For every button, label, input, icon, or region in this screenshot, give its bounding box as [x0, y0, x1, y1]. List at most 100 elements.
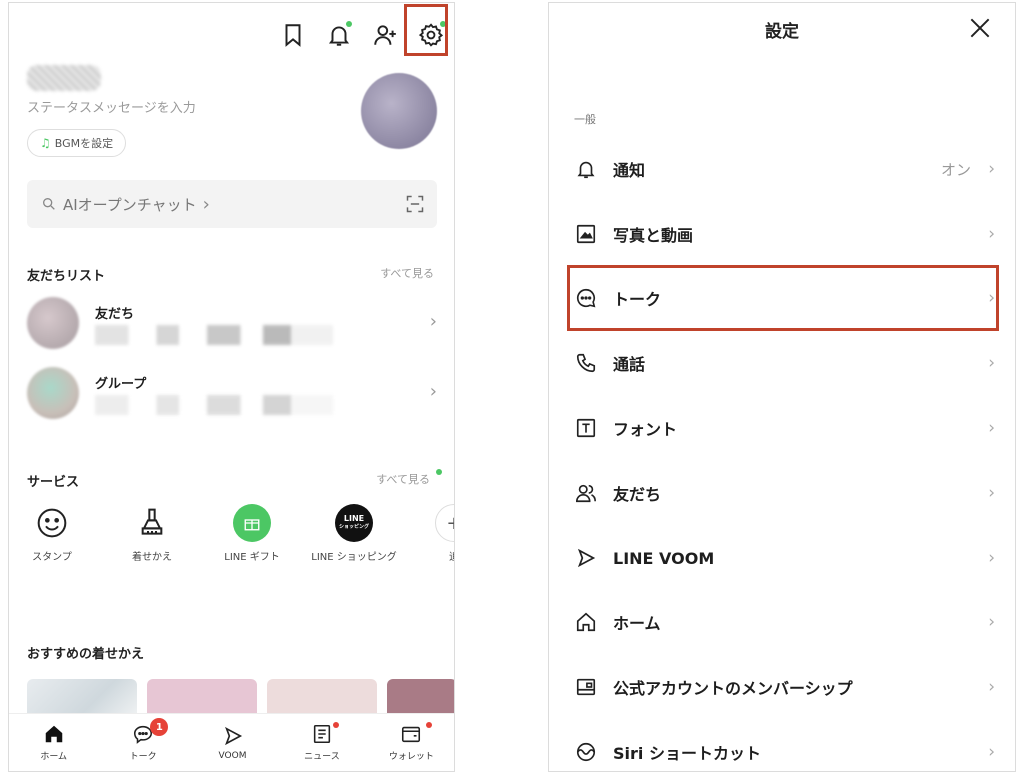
settings-row-font[interactable]: フォント ›	[549, 396, 1015, 460]
home-screen: ステータスメッセージを入力 ♫ BGMを設定 AIオープンチャット › 友だちリ…	[8, 2, 455, 772]
bottom-nav: ホーム 1 トーク VOOM ニュース ウォレット	[9, 713, 454, 771]
settings-row-label: 通知	[613, 161, 646, 180]
shopping-logo-text: LINE	[343, 514, 365, 523]
search-label: AIオープンチャット	[63, 195, 197, 214]
settings-highlight-box	[404, 4, 448, 56]
settings-header: 設定	[549, 3, 1015, 55]
chevron-right-icon: ›	[988, 353, 995, 373]
group-label-general: 一般	[574, 113, 596, 126]
settings-row-notifications[interactable]: 通知 オン ›	[549, 137, 1015, 201]
settings-screen: 設定 一般 通知 オン › 写真と動画 › トーク › 通話 › フォント › …	[548, 2, 1016, 772]
bgm-button[interactable]: ♫ BGMを設定	[27, 129, 127, 157]
search-icon	[43, 198, 55, 210]
services-new-dot	[436, 469, 442, 475]
nav-news[interactable]: ニュース	[277, 714, 366, 771]
photo-icon	[574, 222, 598, 246]
wallet-dot	[426, 722, 433, 728]
nav-wallet[interactable]: ウォレット	[367, 714, 454, 771]
service-label: 追	[411, 551, 454, 564]
settings-row-membership[interactable]: 公式アカウントのメンバーシップ ›	[549, 655, 1015, 719]
settings-row-value: オン	[940, 160, 971, 179]
brush-icon	[132, 503, 172, 543]
nav-label: VOOM	[218, 750, 247, 761]
ai-openchat-search[interactable]: AIオープンチャット ›	[27, 180, 437, 228]
nav-voom[interactable]: VOOM	[188, 714, 277, 771]
settings-row-label: 写真と動画	[613, 226, 694, 245]
settings-row-calls[interactable]: 通話 ›	[549, 331, 1015, 395]
groups-avatar	[27, 367, 79, 419]
groups-row-label: グループ	[95, 377, 147, 392]
nav-talk[interactable]: 1 トーク	[98, 714, 187, 771]
settings-row-line-voom[interactable]: LINE VOOM ›	[549, 526, 1015, 590]
friends-list-title: 友だちリスト	[27, 269, 106, 284]
nav-home[interactable]: ホーム	[9, 714, 98, 771]
chevron-right-icon: ›	[988, 548, 995, 568]
search-arrow: ›	[202, 193, 210, 215]
voom-icon	[574, 546, 598, 570]
chevron-right-icon: ›	[988, 418, 995, 438]
chevron-right-icon: ›	[988, 483, 995, 503]
voom-icon	[224, 726, 242, 745]
settings-row-label: 公式アカウントのメンバーシップ	[613, 679, 853, 698]
recommended-themes-title: おすすめの着せかえ	[27, 647, 145, 662]
service-label: LINE ショッピング	[311, 552, 397, 563]
chevron-right-icon: ›	[988, 612, 995, 632]
news-icon	[313, 724, 331, 744]
notification-dot	[346, 21, 352, 27]
settings-row-label: ホーム	[613, 614, 661, 633]
music-note-icon: ♫	[40, 136, 51, 150]
people-icon	[574, 481, 598, 505]
close-icon[interactable]	[967, 15, 993, 41]
bell-icon[interactable]	[316, 15, 362, 55]
settings-row-home[interactable]: ホーム ›	[549, 590, 1015, 654]
settings-row-label: LINE VOOM	[613, 548, 715, 568]
services-title: サービス	[27, 475, 80, 490]
friends-see-all-link[interactable]: すべて見る	[380, 265, 434, 281]
bgm-button-label: BGMを設定	[54, 137, 114, 150]
smile-icon	[32, 503, 72, 543]
profile-name-blurred	[27, 65, 101, 91]
chevron-right-icon: ›	[988, 159, 995, 179]
groups-row[interactable]: グループ ›	[27, 365, 447, 421]
chevron-right-icon: ›	[988, 224, 995, 244]
unread-badge: 1	[150, 718, 169, 736]
membership-icon	[574, 675, 598, 699]
chevron-right-icon: ›	[988, 677, 995, 697]
wallet-icon	[402, 726, 421, 743]
service-theme[interactable]: 着せかえ	[109, 503, 195, 564]
add-icon: +	[434, 503, 454, 543]
shopping-icon: LINE ショッピング	[334, 503, 374, 543]
siri-icon	[574, 740, 598, 764]
profile-avatar[interactable]	[361, 73, 437, 149]
home-icon	[574, 610, 598, 634]
talk-highlight-box	[567, 265, 999, 331]
services-see-all-link[interactable]: すべて見る	[376, 471, 430, 487]
chevron-right-icon: ›	[988, 742, 995, 762]
service-add[interactable]: + 追	[411, 503, 454, 564]
service-label: スタンプ	[32, 552, 72, 563]
news-dot	[332, 722, 339, 728]
service-label: LINE ギフト	[224, 552, 280, 563]
service-stamp[interactable]: スタンプ	[9, 503, 95, 564]
nav-label: トーク	[129, 752, 157, 762]
add-friend-icon[interactable]	[362, 15, 408, 55]
scan-icon[interactable]	[405, 194, 425, 214]
settings-row-friends[interactable]: 友だち ›	[549, 461, 1015, 525]
shopping-logo-sub: ショッピング	[338, 524, 369, 530]
bell-icon	[574, 157, 598, 181]
friends-row[interactable]: 友だち ›	[27, 295, 447, 351]
settings-row-siri[interactable]: Siri ショートカット ›	[549, 720, 1015, 771]
settings-row-photos-videos[interactable]: 写真と動画 ›	[549, 202, 1015, 266]
nav-label: ホーム	[40, 752, 68, 762]
home-icon	[45, 725, 62, 743]
friends-preview-blurred	[95, 325, 375, 345]
status-message[interactable]: ステータスメッセージを入力	[27, 97, 196, 116]
friends-avatar	[27, 297, 79, 349]
settings-row-label: 友だち	[613, 485, 662, 504]
service-shopping[interactable]: LINE ショッピング LINE ショッピング	[311, 503, 397, 564]
bookmark-icon[interactable]	[270, 15, 316, 55]
page-title: 設定	[765, 21, 799, 42]
services-row: スタンプ 着せかえ LINE ギフト LINE ショッピング LINE ショッピン…	[9, 503, 454, 593]
nav-label: ウォレット	[388, 752, 434, 762]
service-gift[interactable]: LINE ギフト	[209, 503, 295, 564]
